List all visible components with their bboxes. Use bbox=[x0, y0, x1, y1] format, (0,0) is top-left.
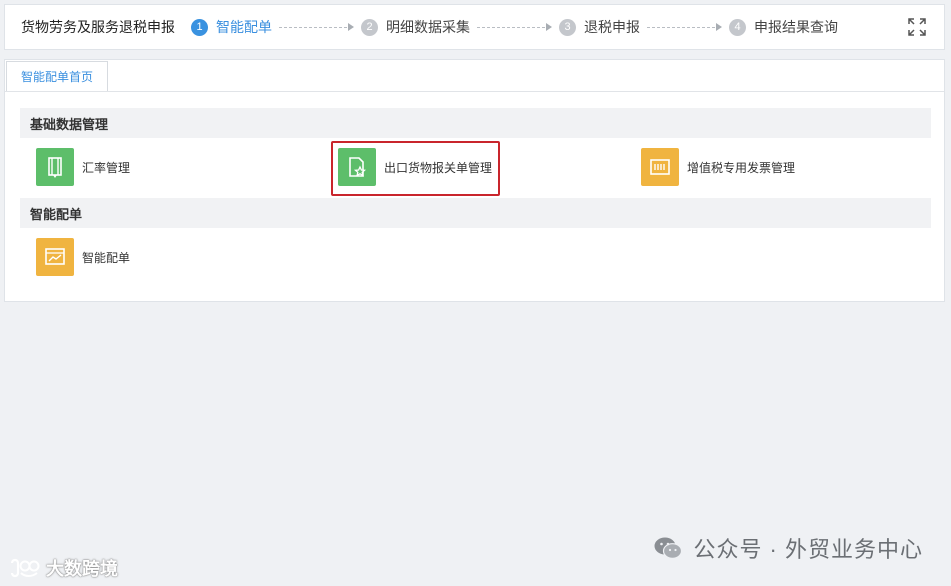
section-header-smart-match: 智能配单 bbox=[20, 198, 931, 228]
invoice-icon bbox=[641, 148, 679, 186]
watermark-text: 大数跨境 bbox=[46, 559, 118, 579]
item-label: 增值税专用发票管理 bbox=[687, 160, 796, 175]
step-label: 申报结果查询 bbox=[754, 19, 838, 35]
step-label: 退税申报 bbox=[584, 19, 640, 35]
watermark-text: 公众号 · 外贸业务中心 bbox=[693, 537, 923, 562]
section-title: 基础数据管理 bbox=[30, 116, 109, 132]
tab-divider bbox=[5, 91, 944, 92]
step-label: 智能配单 bbox=[216, 19, 272, 35]
step-number: 4 bbox=[729, 18, 746, 36]
main-panel: 智能配单首页 基础数据管理 汇率管理 出口货物报关单管理 增值税专用发票管理 智… bbox=[4, 59, 945, 302]
exchange-rate-management-item[interactable]: 汇率管理 bbox=[36, 148, 130, 186]
step-arrow bbox=[279, 23, 354, 31]
section-header-basic-data: 基础数据管理 bbox=[20, 108, 931, 138]
step-number: 1 bbox=[191, 18, 208, 36]
tab-smart-match-home[interactable]: 智能配单首页 bbox=[6, 61, 109, 91]
step-number: 2 bbox=[361, 18, 378, 36]
item-label: 汇率管理 bbox=[82, 160, 131, 175]
fullscreen-icon[interactable] bbox=[908, 18, 926, 36]
exchange-doc-icon bbox=[36, 148, 74, 186]
step-refund-declaration[interactable]: 3 退税申报 bbox=[559, 17, 640, 37]
highlight-box bbox=[331, 141, 500, 196]
step-smart-match[interactable]: 1 智能配单 bbox=[191, 17, 272, 37]
vat-invoice-management-item[interactable]: 增值税专用发票管理 bbox=[641, 148, 795, 186]
step-arrow bbox=[647, 23, 722, 31]
section-title: 智能配单 bbox=[30, 206, 83, 222]
item-label: 智能配单 bbox=[82, 250, 131, 265]
app-title: 货物劳务及服务退税申报 bbox=[21, 19, 175, 35]
step-result-query[interactable]: 4 申报结果查询 bbox=[729, 17, 838, 37]
wechat-icon bbox=[654, 537, 683, 559]
step-label: 明细数据采集 bbox=[386, 19, 470, 35]
brand-logo-icon bbox=[10, 558, 40, 578]
header-bar: 货物劳务及服务退税申报 1 智能配单 2 明细数据采集 3 退税申报 4 申报结… bbox=[4, 4, 945, 50]
brand-watermark: 大数跨境 bbox=[8, 555, 118, 581]
wechat-watermark: 公众号 · 外贸业务中心 bbox=[653, 532, 923, 564]
chart-board-icon bbox=[36, 238, 74, 276]
tab-label: 智能配单首页 bbox=[21, 70, 94, 84]
step-arrow bbox=[477, 23, 552, 31]
smart-match-item[interactable]: 智能配单 bbox=[36, 238, 130, 276]
step-detail-collection[interactable]: 2 明细数据采集 bbox=[361, 17, 470, 37]
step-number: 3 bbox=[559, 18, 576, 36]
